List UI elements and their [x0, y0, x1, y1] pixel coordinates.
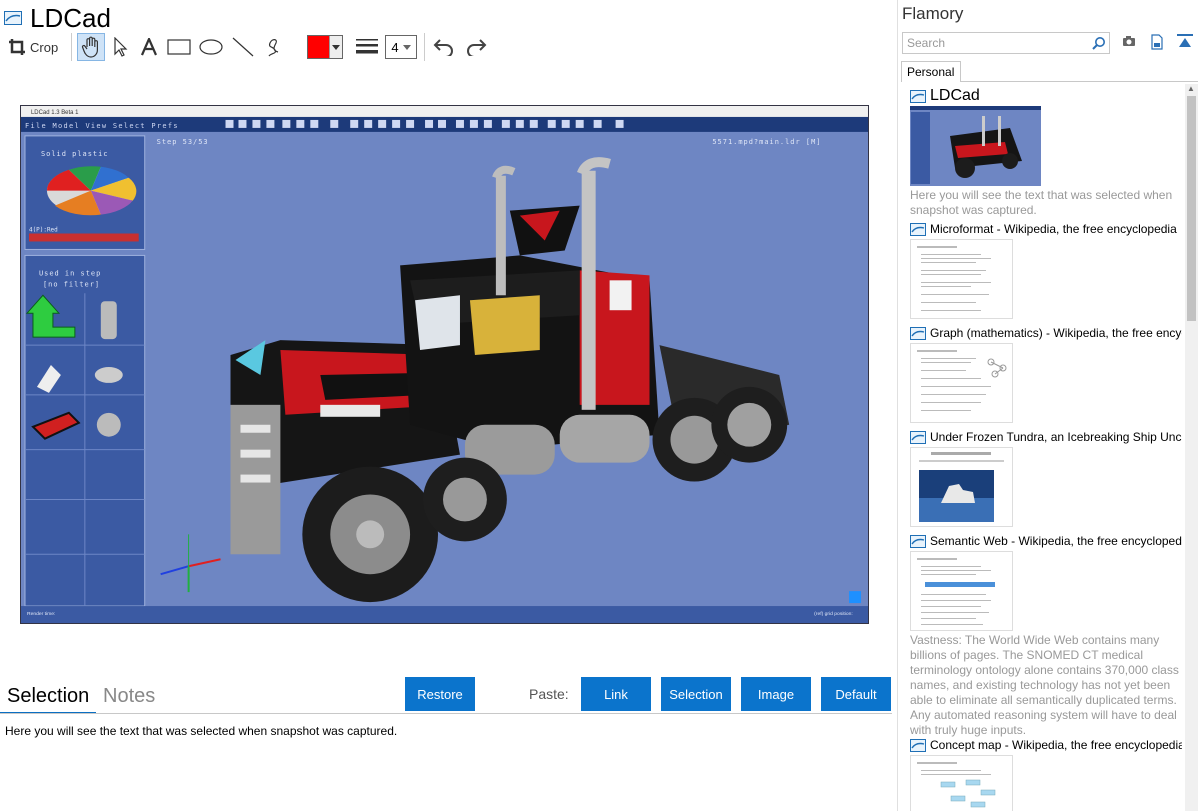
paste-selection-button[interactable]: Selection [661, 677, 731, 711]
chevron-down-icon [330, 36, 343, 58]
freehand-icon [268, 39, 279, 57]
tabs-divider [0, 713, 892, 714]
item-title: Semantic Web - Wikipedia, the free encyc… [930, 534, 1182, 548]
snapshot-thumbnail [910, 106, 1041, 186]
list-item[interactable]: LDCad Here you will see the text that wa… [910, 87, 1182, 218]
step-counter: Step 53/53 [157, 138, 209, 146]
tab-selection[interactable]: Selection [7, 684, 89, 708]
ellipse-tool-button[interactable] [197, 33, 225, 61]
tab-notes[interactable]: Notes [103, 684, 155, 708]
model-file-name: 5571.mpd?main.ldr [M] [712, 138, 821, 146]
restore-button[interactable]: Restore [405, 677, 475, 711]
line-width-select[interactable]: 4 [385, 35, 418, 59]
list-item[interactable]: Under Frozen Tundra, an Icebreaking Ship… [910, 429, 1182, 527]
scroll-thumb[interactable] [1187, 96, 1196, 321]
item-title: Concept map - Wikipedia, the free encycl… [930, 738, 1182, 752]
item-title: Microformat - Wikipedia, the free encycl… [930, 222, 1177, 236]
item-title: Under Frozen Tundra, an Icebreaking Ship… [930, 430, 1182, 444]
chevron-down-icon [402, 44, 411, 50]
hand-icon [82, 36, 99, 58]
item-description: Here you will see the text that was sele… [910, 188, 1173, 217]
snapshot-icon [910, 222, 926, 236]
used-in-step-label: Used in step [39, 269, 101, 277]
toolbar-divider [71, 33, 73, 61]
grid-position-label: (ref) grid position: [814, 611, 853, 617]
snapshot-icon [910, 326, 926, 340]
brand-name: Flamory [902, 4, 964, 23]
snapshot-pane: LDCad Crop 4 LDCad 1.3 Beta 1 File Model… [0, 0, 896, 811]
document-icon[interactable] [1150, 34, 1164, 50]
text-icon [141, 38, 158, 56]
snapshot-thumbnail [910, 343, 1013, 423]
rectangle-icon [167, 39, 191, 55]
crop-button[interactable]: Crop [4, 33, 62, 61]
snapshot-thumbnail [910, 755, 1013, 811]
flamory-sidebar: Flamory Search Personal LDCad Here you w… [897, 0, 1198, 811]
redo-icon [467, 39, 487, 56]
page-title: LDCad [30, 3, 111, 33]
item-description: Vastness: The World Wide Web contains ma… [910, 633, 1179, 737]
hand-tool-button[interactable] [77, 33, 106, 61]
collapse-icon[interactable] [1177, 34, 1193, 48]
annotation-toolbar: Crop 4 [4, 32, 494, 62]
snapshot-icon [910, 534, 926, 548]
paste-link-button[interactable]: Link [581, 677, 651, 711]
line-tool-button[interactable] [229, 33, 257, 61]
ldcad-window-title: LDCad 1.3 Beta 1 [31, 110, 79, 116]
snapshot-image: LDCad 1.3 Beta 1 File Model View Select … [20, 105, 869, 624]
solid-plastic-label: Solid plastic [41, 150, 109, 158]
list-item[interactable]: Microformat - Wikipedia, the free encycl… [910, 221, 1182, 319]
snapshot-icon [910, 430, 926, 444]
list-item[interactable]: Concept map - Wikipedia, the free encycl… [910, 737, 1182, 811]
snapshot-thumbnail [910, 551, 1013, 631]
search-placeholder: Search [907, 36, 946, 50]
select-tool-button[interactable] [109, 33, 133, 61]
item-title: Graph (mathematics) - Wikipedia, the fre… [930, 326, 1182, 340]
toolbar-divider [424, 33, 426, 61]
snapshot-icon [910, 89, 926, 103]
rectangle-tool-button[interactable] [165, 33, 193, 61]
search-icon[interactable] [1092, 36, 1106, 50]
snapshot-icon [910, 738, 926, 752]
text-tool-button[interactable] [137, 33, 161, 61]
list-item[interactable]: Semantic Web - Wikipedia, the free encyc… [910, 533, 1182, 738]
tab-divider [961, 81, 1198, 82]
undo-icon [433, 39, 454, 56]
search-input[interactable]: Search [902, 32, 1110, 54]
tab-personal[interactable]: Personal [901, 61, 961, 82]
ldcad-menu: File Model View Select Prefs [25, 122, 179, 130]
redo-button[interactable] [462, 33, 490, 61]
color-picker[interactable] [307, 35, 344, 59]
flamory-window: LDCad Crop 4 LDCad 1.3 Beta 1 File Model… [0, 0, 1198, 811]
sidebar-scrollbar[interactable]: ▲ [1185, 84, 1198, 811]
selected-color-label: 4(P):Red [29, 227, 58, 234]
freehand-tool-button[interactable] [261, 33, 289, 61]
selection-text: Here you will see the text that was sele… [5, 724, 398, 738]
render-time-label: Render time: [27, 611, 55, 617]
crop-icon [9, 39, 25, 55]
scroll-up-icon[interactable]: ▲ [1187, 84, 1195, 93]
crop-label: Crop [30, 39, 59, 55]
paste-image-button[interactable]: Image [741, 677, 811, 711]
no-filter-label: [no filter] [43, 280, 100, 288]
paste-label: Paste: [529, 686, 569, 702]
line-width-icon [353, 33, 381, 61]
title-row: LDCad [4, 3, 111, 33]
snapshot-thumbnail [910, 447, 1013, 527]
ldcad-screenshot: LDCad 1.3 Beta 1 File Model View Select … [21, 106, 868, 623]
item-title: LDCad [930, 87, 980, 104]
line-icon [232, 37, 254, 57]
snapshot-list: LDCad Here you will see the text that wa… [898, 84, 1185, 811]
ellipse-icon [199, 39, 223, 55]
color-swatch [308, 36, 331, 58]
pointer-icon [114, 37, 128, 57]
app-icon [4, 11, 22, 25]
line-width-value: 4 [391, 39, 399, 55]
info-icon [849, 591, 862, 604]
undo-button[interactable] [430, 33, 458, 61]
paste-default-button[interactable]: Default [821, 677, 891, 711]
snapshot-thumbnail [910, 239, 1013, 319]
camera-icon[interactable] [1122, 34, 1136, 48]
list-item[interactable]: Graph (mathematics) - Wikipedia, the fre… [910, 325, 1182, 423]
